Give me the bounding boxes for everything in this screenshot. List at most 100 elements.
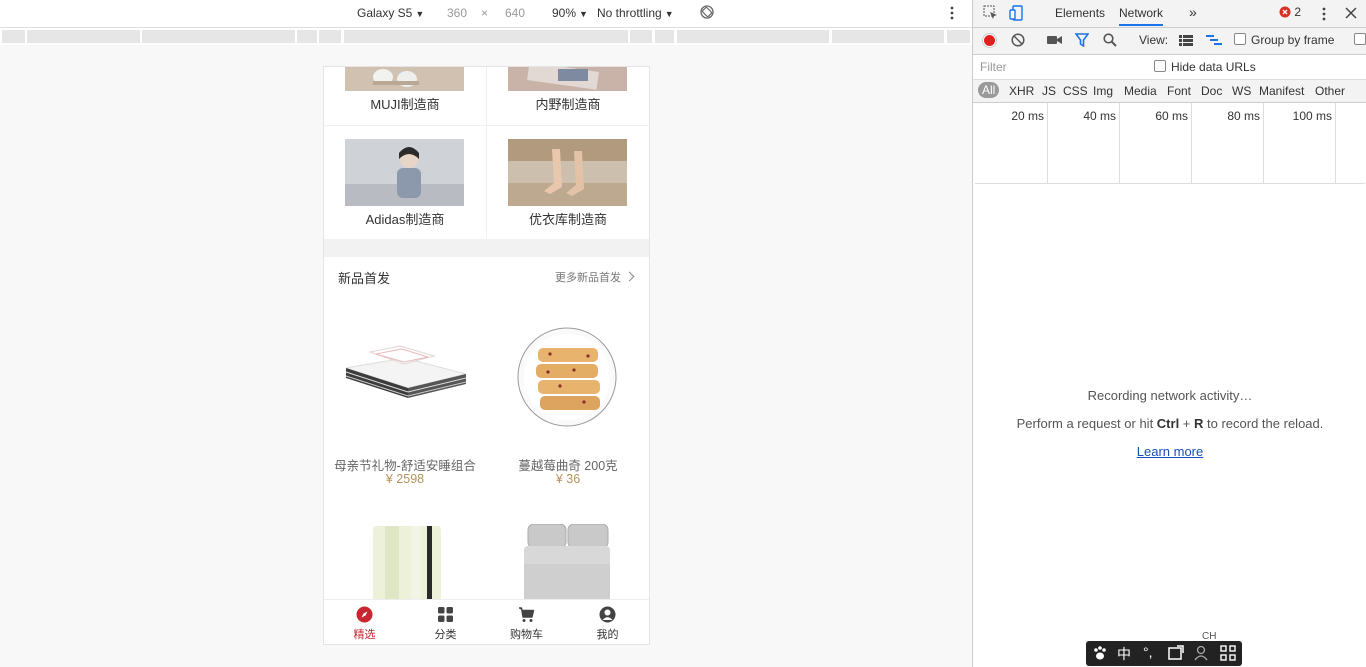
ruler-segment[interactable] — [344, 30, 628, 43]
type-filter-doc[interactable]: Doc — [1201, 84, 1222, 98]
width-input[interactable]: 360 — [447, 6, 467, 20]
group-by-frame-checkbox[interactable]: Group by frame — [1234, 33, 1334, 47]
dropdown-arrow-icon: ▼ — [664, 9, 674, 19]
error-count: 2 — [1294, 5, 1302, 19]
large-rows-icon[interactable] — [1179, 35, 1193, 49]
timeline-label: 20 ms — [1011, 109, 1044, 123]
section-title: 新品首发 — [338, 271, 391, 286]
product-price: ¥ 2598 — [385, 472, 425, 486]
ime-language[interactable]: 中 — [1117, 644, 1131, 664]
offline-checkbox[interactable] — [1354, 33, 1366, 47]
device-menu-icon[interactable] — [949, 5, 955, 24]
ruler-segment[interactable] — [142, 30, 295, 43]
dropdown-arrow-icon: ▼ — [415, 9, 425, 19]
more-link-label: 更多新品首发 — [555, 272, 621, 284]
apps-grid-icon[interactable] — [1220, 645, 1236, 664]
error-icon — [1279, 6, 1291, 18]
brand-image — [508, 67, 627, 91]
ruler-segment[interactable] — [832, 30, 944, 43]
devtools-menu-icon[interactable] — [1321, 6, 1327, 25]
paw-icon[interactable] — [1092, 645, 1108, 664]
type-filter-ws[interactable]: WS — [1232, 84, 1251, 98]
brand-image — [345, 67, 464, 91]
ruler-segment[interactable] — [630, 30, 652, 43]
device-name: Galaxy S5 — [357, 6, 413, 20]
network-toolbar: View: Group by frame — [973, 28, 1366, 55]
tab-featured[interactable]: 精选 — [324, 600, 405, 644]
tab-profile[interactable]: 我的 — [567, 600, 648, 644]
tab-elements[interactable]: Elements — [1055, 6, 1105, 20]
search-icon[interactable] — [1103, 33, 1117, 50]
type-filter-all[interactable]: All — [978, 82, 1000, 98]
section-spacer — [324, 239, 649, 257]
brand-card[interactable]: Adidas制造商 — [324, 126, 486, 239]
user-icon[interactable] — [1194, 645, 1208, 664]
inspect-element-icon[interactable] — [983, 5, 998, 23]
product-image[interactable] — [371, 524, 441, 604]
screenshot-camera-icon[interactable] — [1047, 34, 1062, 49]
devtools-tab-strip: Elements Network » 2 — [973, 0, 1366, 28]
filter-funnel-icon[interactable] — [1074, 33, 1090, 50]
clear-icon[interactable] — [1011, 33, 1025, 50]
close-icon[interactable] — [1345, 7, 1357, 22]
height-input[interactable]: 640 — [505, 6, 525, 20]
waterfall-icon[interactable] — [1206, 35, 1222, 49]
emulation-area: Galaxy S5 ▼ 360 × 640 90% ▼ No throttling ▼ — [0, 0, 972, 667]
ruler-segment[interactable] — [677, 30, 829, 43]
tab-cart[interactable]: 购物车 — [486, 600, 567, 644]
tab-category[interactable]: 分类 — [405, 600, 486, 644]
ruler-segment[interactable] — [27, 30, 140, 43]
more-new-arrivals-link[interactable]: 更多新品首发 — [555, 269, 635, 285]
rotate-icon[interactable] — [699, 4, 715, 23]
ruler-segment[interactable] — [947, 30, 970, 43]
device-toolbar: Galaxy S5 ▼ 360 × 640 90% ▼ No throttling ▼ — [0, 0, 972, 28]
product-image[interactable] — [524, 523, 610, 604]
type-filter-xhr[interactable]: XHR — [1009, 84, 1034, 98]
ime-punctuation[interactable]: °, — [1143, 644, 1153, 660]
learn-more-link[interactable]: Learn more — [973, 444, 1366, 459]
zoom-value: 90% — [552, 6, 577, 20]
ruler-segment[interactable] — [319, 30, 341, 43]
type-filter-js[interactable]: JS — [1042, 84, 1056, 98]
type-filter-img[interactable]: Img — [1093, 84, 1113, 98]
compass-icon — [356, 606, 373, 623]
error-counter[interactable]: 2 — [1279, 5, 1301, 19]
timeline-label: 60 ms — [1155, 109, 1188, 123]
ruler-segment[interactable] — [2, 30, 25, 43]
keyboard-icon[interactable] — [1168, 645, 1184, 664]
brand-image — [508, 139, 627, 206]
brand-image — [345, 139, 464, 206]
tab-network[interactable]: Network — [1119, 6, 1164, 26]
brand-card[interactable]: MUJI制造商 — [324, 67, 486, 125]
type-filter-css[interactable]: CSS — [1063, 84, 1088, 98]
devtools-panel: Elements Network » 2 View: Group by fram… — [972, 0, 1366, 667]
device-mode-icon[interactable] — [1009, 5, 1024, 24]
product-image[interactable] — [344, 322, 467, 417]
type-filter-font[interactable]: Font — [1167, 84, 1191, 98]
recording-message: Recording network activity… — [1087, 388, 1253, 403]
zoom-select[interactable]: 90% ▼ — [552, 6, 588, 20]
device-select[interactable]: Galaxy S5 ▼ — [357, 6, 424, 20]
type-filter-media[interactable]: Media — [1124, 84, 1157, 98]
brand-card[interactable]: 内野制造商 — [487, 67, 649, 125]
product-image[interactable] — [516, 326, 618, 428]
type-filter-manifest[interactable]: Manifest — [1259, 84, 1304, 98]
tab-label: 我的 — [596, 629, 619, 641]
hint-text: Perform a request or hit — [1016, 416, 1157, 431]
brand-card[interactable]: 优衣库制造商 — [487, 126, 649, 239]
record-icon[interactable] — [982, 33, 997, 51]
network-overview-timeline[interactable]: 20 ms 40 ms 60 ms 80 ms 100 ms — [975, 103, 1365, 184]
ruler-segment[interactable] — [297, 30, 317, 43]
timeline-tick: 20 ms — [975, 103, 1048, 183]
cart-icon — [519, 607, 535, 622]
more-tabs-button[interactable]: » — [1189, 4, 1197, 20]
type-filter-other[interactable]: Other — [1315, 84, 1345, 98]
hide-data-urls-checkbox[interactable]: Hide data URLs — [1154, 60, 1256, 74]
ruler-segment[interactable] — [655, 30, 674, 43]
checkbox-label: Group by frame — [1251, 33, 1335, 47]
checkbox-box — [1354, 33, 1366, 45]
throttling-select[interactable]: No throttling ▼ — [597, 6, 674, 20]
timeline-label: 40 ms — [1083, 109, 1116, 123]
tab-label: 购物车 — [510, 629, 543, 641]
filter-input[interactable] — [977, 58, 1145, 76]
